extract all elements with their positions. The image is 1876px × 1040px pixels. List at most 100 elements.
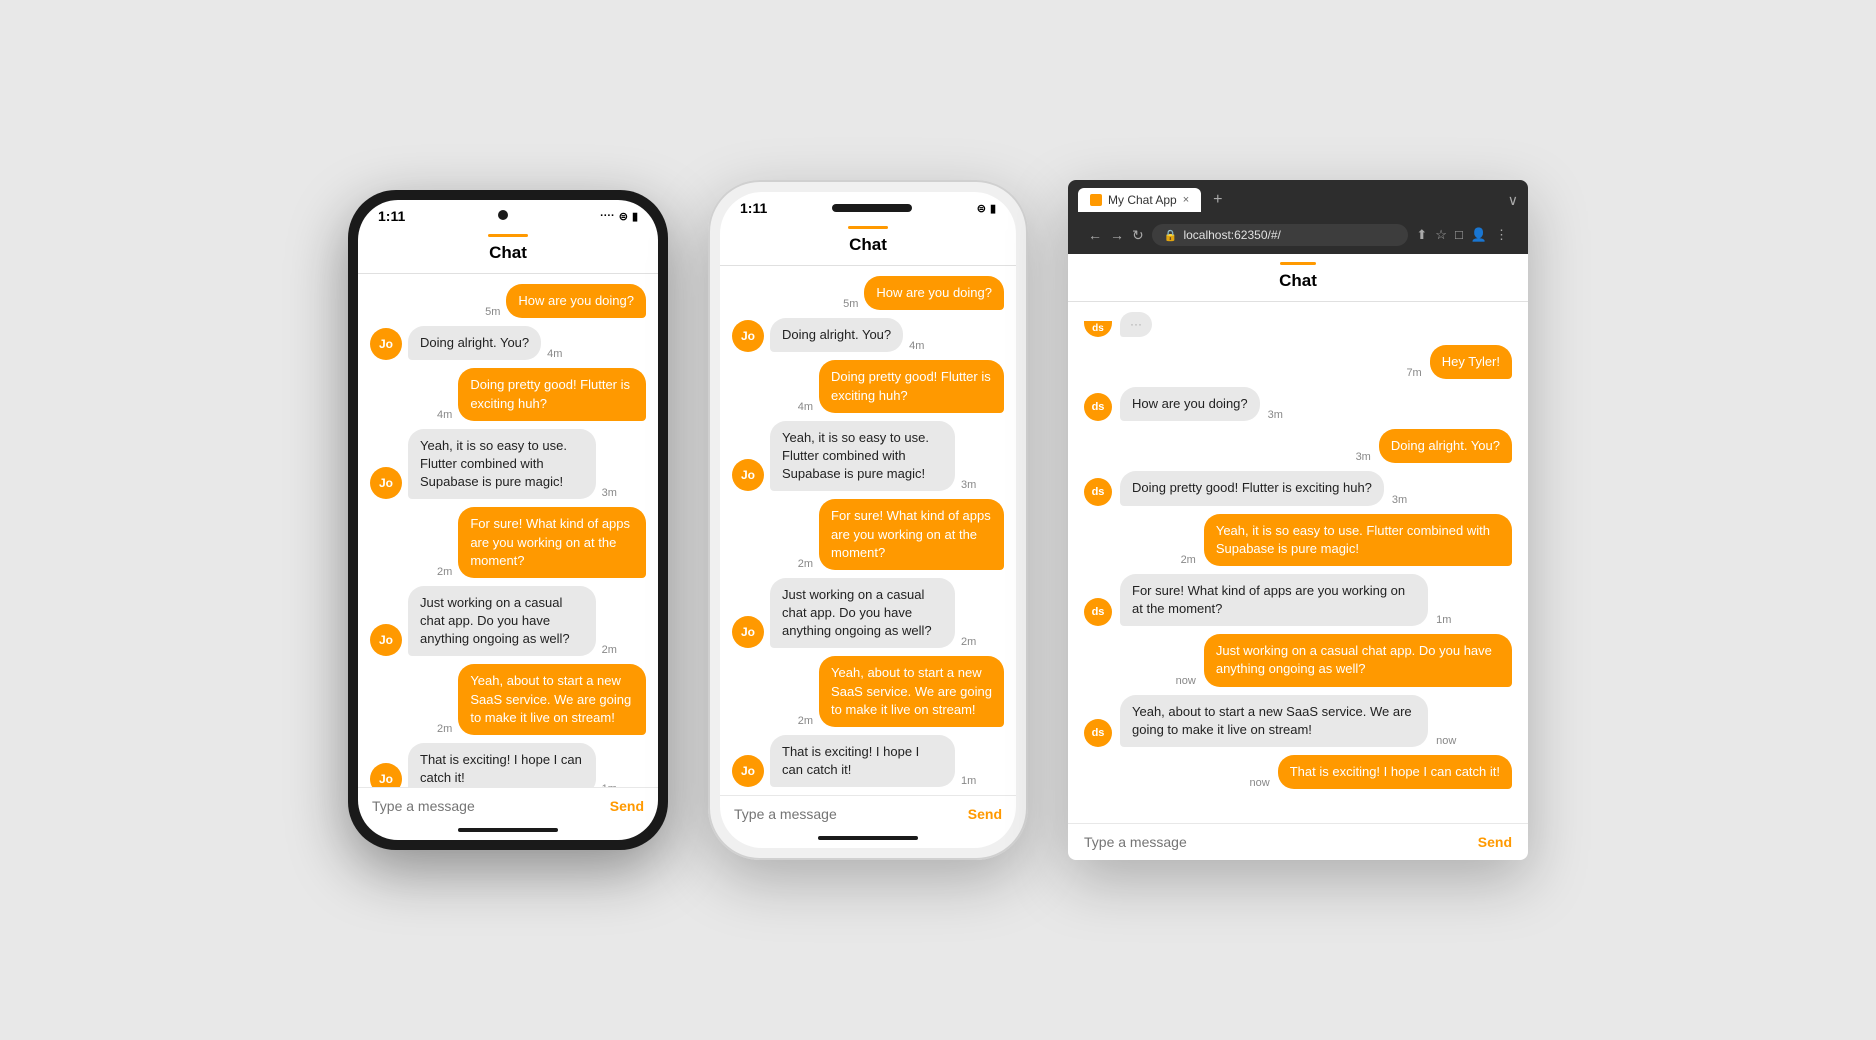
msg-time: 3m (1356, 451, 1371, 463)
table-row: ds Yeah, about to start a new SaaS servi… (1084, 695, 1512, 747)
sent-bubble: Just working on a casual chat app. Do yo… (1204, 634, 1512, 686)
sent-bubble: For sure! What kind of apps are you work… (458, 507, 646, 578)
avatar-partial: ds (1084, 321, 1112, 337)
table-row: 5m How are you doing? (732, 276, 1004, 310)
msg-time: 2m (798, 715, 813, 727)
forward-button[interactable]: → (1110, 227, 1124, 243)
avatar: ds (1084, 478, 1112, 506)
browser-tab-active[interactable]: My Chat App × (1078, 188, 1201, 212)
messages-area-light[interactable]: 5m How are you doing? Jo Doing alright. … (720, 266, 1016, 795)
avatar: ds (1084, 719, 1112, 747)
received-bubble: Doing pretty good! Flutter is exciting h… (1120, 471, 1384, 505)
avatar: Jo (732, 755, 764, 787)
input-bar-dark: Send (358, 787, 658, 824)
table-row: ds Doing pretty good! Flutter is excitin… (1084, 471, 1512, 505)
send-button-dark[interactable]: Send (610, 798, 644, 814)
table-row: Jo Just working on a casual chat app. Do… (370, 586, 646, 657)
table-row: Jo Doing alright. You? 4m (370, 326, 646, 360)
table-row: ds ··· (1084, 312, 1512, 337)
msg-time: 3m (1392, 494, 1407, 506)
send-button-light[interactable]: Send (968, 806, 1002, 822)
table-row: Jo That is exciting! I hope I can catch … (732, 735, 1004, 787)
browser-messages-area[interactable]: ds ··· 7m Hey Tyler! ds How are you doin… (1068, 302, 1528, 823)
avatar: Jo (732, 320, 764, 352)
avatar: Jo (370, 328, 402, 360)
orange-accent-bar (488, 234, 528, 237)
notch-pill (832, 204, 912, 212)
msg-time: 3m (961, 479, 976, 491)
msg-time: now (1176, 675, 1196, 687)
table-row: Jo Yeah, it is so easy to use. Flutter c… (732, 421, 1004, 492)
msg-time: 1m (961, 775, 976, 787)
share-icon[interactable]: ⬆ (1416, 227, 1427, 243)
received-bubble: How are you doing? (1120, 387, 1260, 421)
url-text: localhost:62350/#/ (1183, 228, 1280, 242)
android-screen: 1:11 ···· ⊜ ▮ Chat 5m How are you doing?… (358, 200, 658, 840)
msg-time: 4m (798, 401, 813, 413)
status-time-light: 1:11 (740, 200, 767, 216)
browser-input-bar: Send (1068, 823, 1528, 860)
received-bubble: Yeah, it is so easy to use. Flutter comb… (408, 429, 596, 500)
browser-content: Chat ds ··· 7m Hey Tyler! ds How are you… (1068, 254, 1528, 860)
browser-nav: ← → ↻ 🔒 localhost:62350/#/ ⬆ ☆ □ 👤 ⋮ (1078, 218, 1518, 254)
input-bar-light: Send (720, 795, 1016, 832)
browser-chat-header: Chat (1068, 254, 1528, 302)
profile-icon[interactable]: 👤 (1471, 227, 1487, 243)
sent-bubble: Hey Tyler! (1430, 345, 1512, 379)
tab-menu-button[interactable]: ∨ (1508, 192, 1518, 209)
message-input-light[interactable] (734, 806, 960, 822)
avatar: ds (1084, 598, 1112, 626)
tab-close-button[interactable]: × (1183, 194, 1189, 206)
bookmark-icon[interactable]: ☆ (1435, 227, 1447, 243)
msg-time: 2m (602, 644, 617, 656)
sent-bubble: Doing pretty good! Flutter is exciting h… (819, 360, 1004, 412)
chat-header-dark: Chat (358, 228, 658, 274)
msg-time: 1m (1436, 614, 1451, 626)
tab-title: My Chat App (1108, 193, 1177, 207)
browser-window: My Chat App × + ∨ ← → ↻ 🔒 localhost:6235… (1068, 180, 1528, 860)
msg-time: 2m (798, 558, 813, 570)
msg-time: 2m (437, 723, 452, 735)
browser-chat-title: Chat (1279, 271, 1317, 290)
home-indicator-light (818, 836, 918, 840)
received-bubble: Yeah, about to start a new SaaS service.… (1120, 695, 1428, 747)
table-row: Jo That is exciting! I hope I can catch … (370, 743, 646, 787)
sent-bubble: How are you doing? (506, 284, 646, 318)
browser-message-input[interactable] (1084, 834, 1470, 850)
chat-title-light: Chat (849, 235, 887, 254)
table-row: ds How are you doing? 3m (1084, 387, 1512, 421)
avatar: Jo (370, 624, 402, 656)
received-bubble: Doing alright. You? (770, 318, 903, 352)
avatar: ds (1084, 393, 1112, 421)
avatar: Jo (370, 467, 402, 499)
sent-bubble: For sure! What kind of apps are you work… (819, 499, 1004, 570)
sent-bubble: How are you doing? (864, 276, 1004, 310)
message-input-dark[interactable] (372, 798, 602, 814)
table-row: 7m Hey Tyler! (1084, 345, 1512, 379)
partial-bubble: ··· (1120, 312, 1152, 337)
chat-header-light: Chat (720, 220, 1016, 266)
browser-send-button[interactable]: Send (1478, 834, 1512, 850)
lock-icon: 🔒 (1164, 229, 1178, 242)
messages-area-dark[interactable]: 5m How are you doing? Jo Doing alright. … (358, 274, 658, 787)
sent-bubble: Yeah, it is so easy to use. Flutter comb… (1204, 514, 1512, 566)
table-row: 2m Yeah, about to start a new SaaS servi… (370, 664, 646, 735)
table-row: now Just working on a casual chat app. D… (1084, 634, 1512, 686)
table-row: 3m Doing alright. You? (1084, 429, 1512, 463)
iphone-phone: 1:11 ⊜ ▮ Chat 5m How are you doing? Jo D… (708, 180, 1028, 860)
msg-time: 4m (437, 409, 452, 421)
table-row: 4m Doing pretty good! Flutter is excitin… (732, 360, 1004, 412)
orange-accent-bar-light (848, 226, 888, 229)
status-icons-light: ⊜ ▮ (977, 202, 996, 215)
extensions-icon[interactable]: □ (1455, 227, 1463, 243)
address-bar[interactable]: 🔒 localhost:62350/#/ (1152, 224, 1409, 246)
back-button[interactable]: ← (1088, 227, 1102, 243)
more-icon[interactable]: ⋮ (1495, 227, 1508, 243)
chat-title-dark: Chat (489, 243, 527, 262)
new-tab-button[interactable]: + (1207, 189, 1228, 211)
table-row: 2m For sure! What kind of apps are you w… (370, 507, 646, 578)
refresh-button[interactable]: ↻ (1132, 227, 1144, 244)
received-bubble: Yeah, it is so easy to use. Flutter comb… (770, 421, 955, 492)
msg-time: 2m (961, 636, 976, 648)
msg-time: now (1436, 735, 1456, 747)
